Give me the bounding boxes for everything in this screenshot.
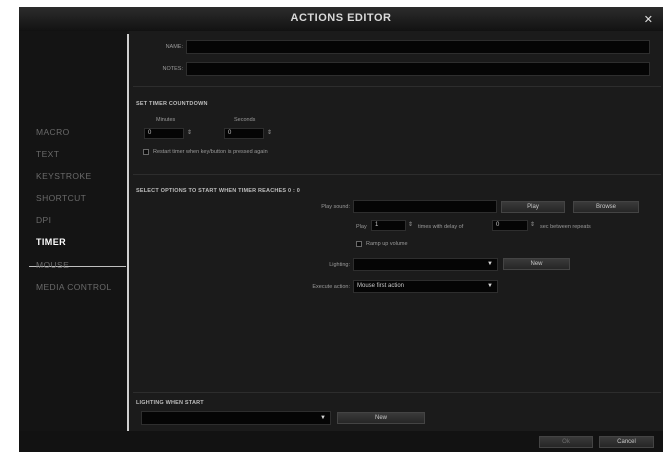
minutes-input[interactable]: 0 bbox=[144, 128, 184, 139]
sidebar-item-dpi[interactable]: DPI bbox=[36, 215, 51, 225]
editor-panel: NAME: NOTES: SET TIMER COUNTDOWN Minutes… bbox=[129, 31, 663, 431]
sidebar-item-shortcut[interactable]: SHORTCUT bbox=[36, 193, 86, 203]
lighting-new-button[interactable]: New bbox=[503, 258, 570, 270]
browse-button[interactable]: Browse bbox=[573, 201, 639, 213]
ok-button[interactable]: Ok bbox=[539, 436, 593, 448]
sidebar-item-timer[interactable]: TIMER bbox=[36, 237, 66, 247]
play-count-input[interactable]: 1 bbox=[371, 220, 406, 231]
lighting-select[interactable] bbox=[353, 258, 498, 271]
separator bbox=[133, 86, 661, 87]
window-title: ACTIONS EDITOR bbox=[290, 12, 392, 24]
play-sound-label: Play sound: bbox=[321, 204, 350, 210]
sidebar-item-media-control[interactable]: MEDIA CONTROL bbox=[36, 282, 112, 292]
sidebar-item-keystroke[interactable]: KEYSTROKE bbox=[36, 171, 92, 181]
footer-bar: Ok Cancel bbox=[19, 431, 663, 452]
name-label: NAME: bbox=[165, 44, 183, 50]
actions-editor-window: ACTIONS EDITOR ✕ MACRO TEXT KEYSTROKE SH… bbox=[19, 7, 663, 452]
name-field[interactable] bbox=[186, 40, 650, 54]
minutes-stepper-icon[interactable]: ⇕ bbox=[187, 129, 192, 136]
lighting-start-section-title: LIGHTING WHEN START bbox=[136, 400, 204, 406]
execute-dropdown-chevron-icon[interactable]: ▼ bbox=[487, 283, 493, 289]
sidebar: MACRO TEXT KEYSTROKE SHORTCUT DPI TIMER … bbox=[19, 31, 127, 431]
notes-label: NOTES: bbox=[162, 66, 183, 72]
minutes-label: Minutes bbox=[156, 117, 176, 123]
cancel-button[interactable]: Cancel bbox=[599, 436, 654, 448]
seconds-input[interactable]: 0 bbox=[224, 128, 264, 139]
delay-stepper-icon[interactable]: ⇕ bbox=[530, 221, 535, 228]
play-label: Play bbox=[356, 224, 367, 230]
seconds-label: Seconds bbox=[234, 117, 256, 123]
close-icon[interactable]: ✕ bbox=[644, 13, 653, 26]
lighting-start-select[interactable] bbox=[141, 411, 331, 425]
times-with-delay-label: times with delay of bbox=[418, 224, 464, 230]
lighting-label: Lighting: bbox=[329, 262, 350, 268]
execute-action-label: Execute action: bbox=[312, 284, 350, 290]
play-button[interactable]: Play bbox=[501, 201, 565, 213]
ramp-up-volume-checkbox[interactable] bbox=[356, 241, 362, 247]
separator bbox=[133, 174, 661, 175]
lighting-start-dropdown-chevron-icon[interactable]: ▼ bbox=[320, 415, 326, 421]
title-bar: ACTIONS EDITOR ✕ bbox=[19, 7, 663, 31]
options-section-title: SELECT OPTIONS TO START WHEN TIMER REACH… bbox=[136, 188, 301, 194]
lighting-dropdown-chevron-icon[interactable]: ▼ bbox=[487, 261, 493, 267]
ramp-up-volume-label: Ramp up volume bbox=[366, 241, 408, 247]
sidebar-item-mouse[interactable]: MOUSE bbox=[36, 260, 69, 270]
sec-between-repeats-label: sec between repeats bbox=[540, 224, 591, 230]
restart-timer-label: Restart timer when key/button is pressed… bbox=[153, 149, 268, 155]
separator bbox=[133, 392, 661, 393]
lighting-start-new-button[interactable]: New bbox=[337, 412, 425, 424]
delay-input[interactable]: 0 bbox=[492, 220, 528, 231]
seconds-stepper-icon[interactable]: ⇕ bbox=[267, 129, 272, 136]
play-sound-field[interactable] bbox=[353, 200, 497, 213]
sidebar-item-macro[interactable]: MACRO bbox=[36, 127, 70, 137]
play-count-stepper-icon[interactable]: ⇕ bbox=[408, 221, 413, 228]
execute-action-select[interactable]: Mouse first action bbox=[353, 280, 498, 293]
restart-timer-checkbox[interactable] bbox=[143, 149, 149, 155]
timer-section-title: SET TIMER COUNTDOWN bbox=[136, 101, 208, 107]
sidebar-item-text[interactable]: TEXT bbox=[36, 149, 59, 159]
notes-field[interactable] bbox=[186, 62, 650, 76]
